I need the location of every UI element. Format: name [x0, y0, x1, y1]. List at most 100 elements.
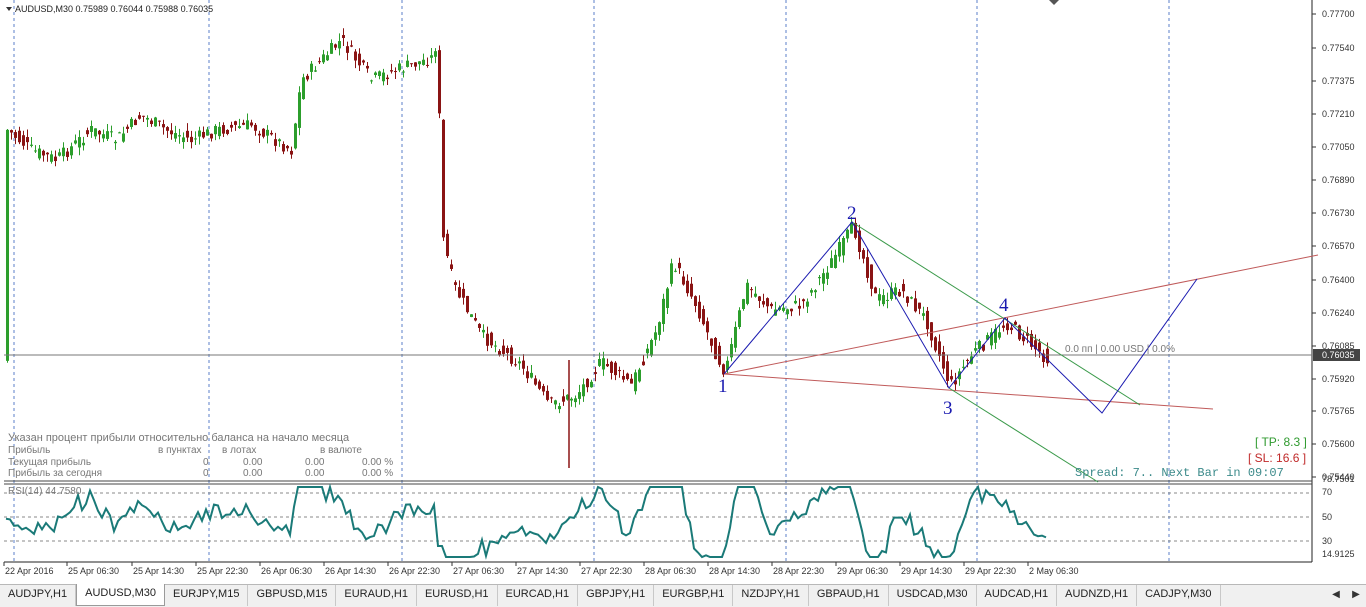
candle-body — [286, 145, 289, 149]
candle-body — [682, 276, 685, 285]
candle-body — [50, 154, 53, 162]
candle-body — [38, 148, 41, 159]
candle-body — [938, 341, 941, 356]
row-label-current: Текущая прибыль — [8, 456, 91, 468]
candle-body — [370, 80, 373, 82]
candle-body — [634, 372, 637, 392]
time-label: 25 Apr 22:30 — [197, 566, 248, 576]
candle-body — [926, 310, 929, 330]
candle-body — [362, 60, 365, 63]
tab-scroll-right-icon[interactable]: ▶ — [1346, 585, 1366, 607]
candle-body — [478, 323, 481, 328]
candle-body — [146, 117, 149, 120]
rsi-level-30: 30 — [1322, 536, 1332, 546]
candle-body — [70, 146, 73, 156]
tab-audusd-m30[interactable]: AUDUSD,M30 — [76, 584, 166, 606]
candle-body — [846, 229, 849, 239]
candle-body — [538, 381, 541, 389]
candle-body — [758, 296, 761, 301]
row-current-lots: 0.00 — [243, 457, 263, 468]
tab-eurcad-h1[interactable]: EURCAD,H1 — [498, 585, 579, 606]
candle-body — [290, 150, 293, 155]
time-label: 26 Apr 06:30 — [261, 566, 312, 576]
candle-body — [358, 53, 361, 66]
tab-cadjpy-m30[interactable]: CADJPY,M30 — [1137, 585, 1221, 606]
candle-body — [342, 35, 345, 39]
rsi-title: RSI(14) 44.7580 — [8, 486, 82, 497]
price-level-label: 0.77375 — [1322, 76, 1355, 86]
tab-eurusd-h1[interactable]: EURUSD,H1 — [417, 585, 498, 606]
candle-body — [62, 147, 65, 157]
tab-nzdjpy-h1[interactable]: NZDJPY,H1 — [733, 585, 809, 606]
candle-body — [734, 326, 737, 348]
candle-body — [630, 378, 633, 384]
candle-body — [194, 138, 197, 140]
candle-body — [574, 398, 577, 403]
wave-label-3: 3 — [943, 398, 953, 419]
candle-body — [14, 132, 17, 138]
tab-usdcad-m30[interactable]: USDCAD,M30 — [889, 585, 977, 606]
candle-body — [398, 63, 401, 71]
candle-body — [162, 124, 165, 128]
rsi-level-50: 50 — [1322, 512, 1332, 522]
tab-audcad-h1[interactable]: AUDCAD,H1 — [977, 585, 1058, 606]
price-level-label: 0.76570 — [1322, 241, 1355, 251]
candle-body — [394, 71, 397, 73]
candle-body — [930, 322, 933, 341]
candle-body — [950, 376, 953, 380]
tab-euraud-h1[interactable]: EURAUD,H1 — [336, 585, 417, 606]
candle-body — [690, 283, 693, 297]
candle-body — [874, 287, 877, 294]
candle-body — [86, 130, 89, 135]
candle-body — [326, 55, 329, 61]
tab-gbpaud-h1[interactable]: GBPAUD,H1 — [809, 585, 889, 606]
candle-body — [350, 45, 353, 47]
candle-body — [606, 364, 609, 367]
row-today-pct: 0.00 % — [362, 468, 393, 479]
candle-body — [666, 288, 669, 309]
candle-body — [786, 309, 789, 315]
candle-body — [446, 233, 449, 257]
candle-body — [414, 62, 417, 67]
candle-body — [22, 135, 25, 146]
time-label: 26 Apr 22:30 — [389, 566, 440, 576]
tab-scroll-left-icon[interactable]: ◀ — [1326, 585, 1346, 607]
row-today-money: 0.00 — [305, 468, 325, 479]
candle-body — [186, 130, 189, 138]
tab-eurgbp-h1[interactable]: EURGBP,H1 — [654, 585, 734, 606]
price-chart[interactable]: 1 2 3 4 AUDUSD,M30 0.75989 0.76044 0.759… — [0, 0, 1366, 584]
candle-body — [974, 348, 977, 351]
tab-gbpusd-m15[interactable]: GBPUSD,M15 — [248, 585, 337, 606]
col-label-lots: в лотах — [222, 445, 256, 456]
candle-body — [638, 369, 641, 382]
candle-body — [378, 71, 381, 76]
candle-body — [582, 384, 585, 397]
candle-body — [122, 133, 125, 142]
candle-body — [90, 126, 93, 132]
col-label-money: в валюте — [320, 445, 362, 456]
wave-label-4: 4 — [999, 295, 1009, 316]
col-label-points: в пунктах — [158, 445, 202, 456]
candle-body — [390, 70, 393, 72]
candle-body — [174, 133, 177, 139]
tab-audnzd-h1[interactable]: AUDNZD,H1 — [1057, 585, 1138, 606]
candle-body — [166, 127, 169, 131]
candle-body — [434, 51, 437, 57]
candle-body — [278, 139, 281, 142]
price-level-label: 0.76890 — [1322, 175, 1355, 185]
candle-body — [762, 301, 765, 305]
candle-body — [98, 130, 101, 135]
tab-gbpjpy-h1[interactable]: GBPJPY,H1 — [578, 585, 655, 606]
tab-audjpy-h1[interactable]: AUDJPY,H1 — [0, 585, 77, 606]
candle-body — [906, 296, 909, 303]
row-current-pct: 0.00 % — [362, 457, 393, 468]
candle-body — [262, 128, 265, 137]
candle-body — [802, 299, 805, 302]
tab-eurjpy-m15[interactable]: EURJPY,M15 — [165, 585, 249, 606]
candle-body — [934, 337, 937, 351]
candle-body — [770, 303, 773, 307]
candle-body — [254, 124, 257, 131]
candle-body — [282, 144, 285, 152]
time-label: 25 Apr 06:30 — [68, 566, 119, 576]
candle-body — [842, 238, 845, 256]
